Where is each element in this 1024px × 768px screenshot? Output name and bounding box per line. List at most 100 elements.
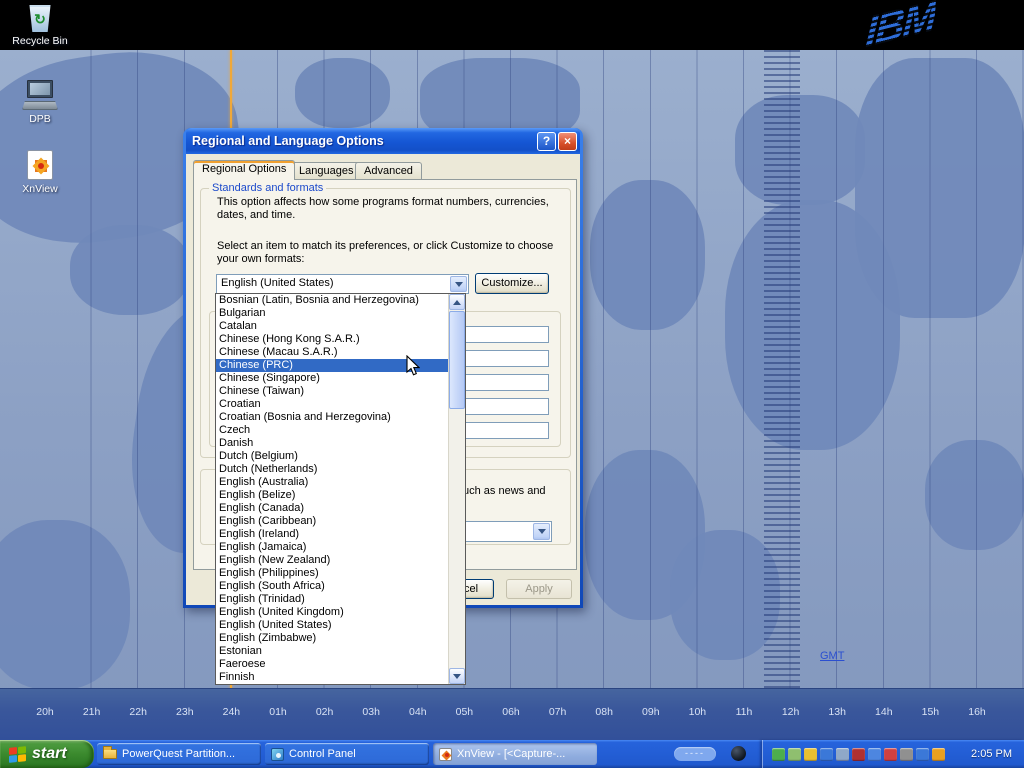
tray-status-icon[interactable] — [852, 748, 865, 761]
screen: ↻ Recycle Bin IBM GMT 20h21h22h23h24h01h… — [0, 0, 1024, 768]
tray-status-icon[interactable] — [804, 748, 817, 761]
timezone-hour-label: 16h — [960, 706, 994, 718]
combobox-dropdown-arrow[interactable] — [533, 523, 550, 540]
tray-status-icon[interactable] — [820, 748, 833, 761]
timezone-hour-label: 15h — [913, 706, 947, 718]
language-list-item[interactable]: English (Belize) — [216, 489, 448, 502]
language-list-item[interactable]: Danish — [216, 437, 448, 450]
tray-status-icon[interactable] — [788, 748, 801, 761]
arrow-up-icon — [453, 300, 461, 305]
arrow-down-icon — [453, 674, 461, 679]
timezone-hour-label: 24h — [214, 706, 248, 718]
language-list-item[interactable]: English (South Africa) — [216, 580, 448, 593]
location-text-fragment: uch as news and — [463, 485, 546, 498]
language-list-item[interactable]: Finnish — [216, 671, 448, 684]
language-combobox[interactable]: English (United States) — [216, 274, 469, 294]
language-list-item[interactable]: English (New Zealand) — [216, 554, 448, 567]
language-list-item[interactable]: Czech — [216, 424, 448, 437]
tray-status-icon[interactable] — [884, 748, 897, 761]
taskbar-mini-toolbar[interactable]: ---- — [674, 747, 716, 761]
timezone-strip: 20h21h22h23h24h01h02h03h04h05h06h07h08h0… — [0, 688, 1024, 740]
language-list-item[interactable]: English (Trinidad) — [216, 593, 448, 606]
language-list-item[interactable]: English (Caribbean) — [216, 515, 448, 528]
system-tray: 2:05 PM — [762, 740, 1024, 768]
desktop-icon-recycle-bin[interactable]: ↻ Recycle Bin — [8, 5, 72, 47]
scroll-down-button[interactable] — [449, 668, 465, 684]
dialog-title: Regional and Language Options — [192, 134, 535, 148]
language-list-item[interactable]: English (Australia) — [216, 476, 448, 489]
task-label: Control Panel — [289, 748, 356, 760]
language-list-item[interactable]: English (United Kingdom) — [216, 606, 448, 619]
timezone-hour-label: 12h — [774, 706, 808, 718]
taskbar-button-powerquest[interactable]: PowerQuest Partition... — [97, 743, 261, 765]
tab-languages[interactable]: Languages — [290, 162, 362, 179]
language-list-item[interactable]: Dutch (Netherlands) — [216, 463, 448, 476]
timezone-hour-label: 20h — [28, 706, 62, 718]
customize-button[interactable]: Customize... — [475, 273, 549, 294]
tray-status-icon[interactable] — [916, 748, 929, 761]
timezone-hour-label: 08h — [587, 706, 621, 718]
tab-regional-options[interactable]: Regional Options — [193, 160, 295, 180]
taskbar-button-control-panel[interactable]: Control Panel — [265, 743, 429, 765]
language-list-item[interactable]: English (Ireland) — [216, 528, 448, 541]
language-list-item[interactable]: English (Philippines) — [216, 567, 448, 580]
taskbar-button-xnview[interactable]: XnView - [<Capture-... — [433, 743, 597, 765]
language-list-item[interactable]: English (Canada) — [216, 502, 448, 515]
timezone-hour-label: 01h — [261, 706, 295, 718]
language-list-item[interactable]: Faeroese — [216, 658, 448, 671]
list-scrollbar[interactable] — [448, 294, 465, 684]
tray-status-icon[interactable] — [836, 748, 849, 761]
language-list-item[interactable]: Chinese (Taiwan) — [216, 385, 448, 398]
windows-flag-icon — [9, 746, 26, 763]
combobox-dropdown-arrow[interactable] — [450, 276, 467, 292]
gmt-hatch-band — [764, 50, 800, 688]
language-list-item[interactable]: English (United States) — [216, 619, 448, 632]
control-panel-icon — [271, 748, 284, 761]
desktop-icon-xnview[interactable]: XnView — [8, 150, 72, 195]
tray-status-icon[interactable] — [900, 748, 913, 761]
language-list-item[interactable]: Estonian — [216, 645, 448, 658]
language-list-item[interactable]: Bulgarian — [216, 307, 448, 320]
standards-instruction-line1: Select an item to match its preferences,… — [217, 240, 553, 253]
tray-icons — [772, 748, 948, 761]
tab-advanced[interactable]: Advanced — [355, 162, 422, 179]
scrollbar-thumb[interactable] — [449, 311, 465, 409]
icon-label: DPB — [8, 113, 72, 125]
language-list-item[interactable]: Catalan — [216, 320, 448, 333]
standards-instruction-line2: your own formats: — [217, 253, 304, 266]
language-list-item[interactable]: English (Zimbabwe) — [216, 632, 448, 645]
taskbar-clock[interactable]: 2:05 PM — [971, 748, 1024, 760]
start-button[interactable]: start — [0, 740, 94, 768]
task-label: XnView - [<Capture-... — [457, 748, 565, 760]
timezone-hour-label: 07h — [541, 706, 575, 718]
dialog-titlebar[interactable]: Regional and Language Options ? × — [186, 128, 580, 154]
language-list-item[interactable]: Chinese (Hong Kong S.A.R.) — [216, 333, 448, 346]
language-list-item[interactable]: Dutch (Belgium) — [216, 450, 448, 463]
timezone-hour-label: 04h — [401, 706, 435, 718]
desktop-icon-dpb[interactable]: DPB — [8, 80, 72, 125]
language-list-item[interactable]: Bosnian (Latin, Bosnia and Herzegovina) — [216, 294, 448, 307]
taskbar-dark-icon[interactable] — [731, 746, 746, 761]
language-list-item[interactable]: Croatian — [216, 398, 448, 411]
language-list-item[interactable]: Croatian (Bosnia and Herzegovina) — [216, 411, 448, 424]
tray-status-icon[interactable] — [868, 748, 881, 761]
icon-label: XnView — [8, 183, 72, 195]
timezone-hour-label: 22h — [121, 706, 155, 718]
language-list-item[interactable]: English (Jamaica) — [216, 541, 448, 554]
timezone-hour-label: 23h — [168, 706, 202, 718]
gmt-label: GMT — [820, 650, 844, 662]
scroll-up-button[interactable] — [449, 294, 465, 310]
apply-button[interactable]: Apply — [506, 579, 572, 599]
language-dropdown-list: Bosnian (Latin, Bosnia and Herzegovina)B… — [215, 293, 466, 685]
tray-status-icon[interactable] — [932, 748, 945, 761]
tray-status-icon[interactable] — [772, 748, 785, 761]
help-button[interactable]: ? — [537, 132, 556, 151]
recycle-bin-icon: ↻ — [28, 5, 52, 32]
ibm-logo: IBM — [864, 0, 936, 58]
timezone-hour-label: 05h — [447, 706, 481, 718]
standards-description-line2: dates, and time. — [217, 209, 295, 222]
laptop-icon — [22, 80, 58, 110]
close-button[interactable]: × — [558, 132, 577, 151]
chevron-down-icon — [538, 529, 546, 534]
timezone-hour-label: 09h — [634, 706, 668, 718]
